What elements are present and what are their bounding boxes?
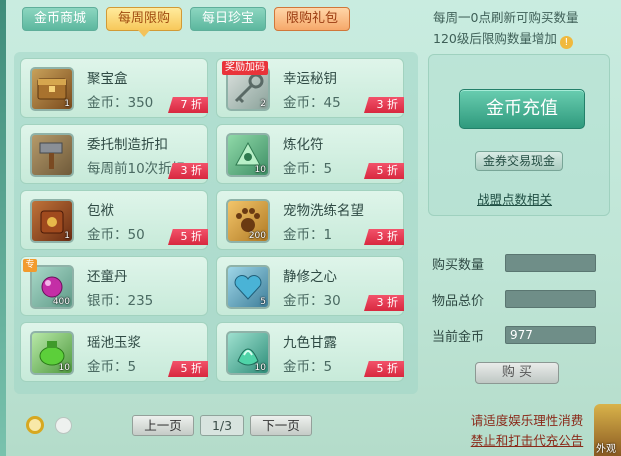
- discount-tag: 7 折: [168, 97, 208, 113]
- gold-recharge-button[interactable]: 金币充值: [459, 89, 585, 129]
- anti-proxy-notice-link[interactable]: 禁止和打击代充公告: [452, 430, 602, 449]
- item-count: 2: [260, 99, 266, 109]
- item-card[interactable]: 200 宠物洗练名望 金币：1 3 折: [216, 190, 404, 250]
- item-card[interactable]: 1 包袱 金币：50 5 折: [20, 190, 208, 250]
- item-name: 还童丹: [87, 269, 128, 285]
- item-card[interactable]: 5 静修之心 金币：30 3 折: [216, 256, 404, 316]
- purchase-qty-field[interactable]: [505, 254, 596, 272]
- discount-tag: 5 折: [364, 163, 404, 179]
- item-count: 10: [254, 165, 266, 175]
- recharge-panel: 金币充值 金券交易现金 战盟点数相关: [428, 54, 610, 216]
- buy-button[interactable]: 购 买: [475, 362, 559, 384]
- discount-tag: 3 折: [364, 229, 404, 245]
- voucher-exchange-button[interactable]: 金券交易现金: [475, 151, 563, 171]
- left-border-decoration: [0, 0, 6, 456]
- item-price: 金币：5: [283, 161, 333, 177]
- discount-tag: 3 折: [364, 295, 404, 311]
- jade-jar-icon: 10: [30, 331, 74, 375]
- alliance-points-link[interactable]: 战盟点数相关: [477, 189, 552, 208]
- item-count: 5: [260, 297, 266, 307]
- total-price-label: 物品总价: [432, 294, 485, 309]
- item-price: 金币：5: [283, 359, 333, 375]
- item-price: 银币：235: [87, 293, 154, 309]
- talisman-icon: 10: [226, 133, 270, 177]
- item-count: 200: [248, 231, 266, 241]
- item-card[interactable]: 委托制造折扣 每周前10次折扣 3 折: [20, 124, 208, 184]
- item-name: 宠物洗练名望: [283, 203, 364, 219]
- item-name: 静修之心: [283, 269, 337, 285]
- bag-icon: 1: [30, 199, 74, 243]
- current-gold-field: 977: [505, 326, 596, 344]
- purchase-qty-label: 购买数量: [432, 258, 485, 273]
- page-indicator: 1/3: [200, 415, 244, 436]
- magnifier-icon[interactable]: [26, 416, 44, 434]
- refresh-info-line1: 每周一0点刷新可购买数量: [433, 10, 579, 25]
- item-count: 1: [64, 99, 70, 109]
- bonus-badge: 奖励加码: [222, 61, 268, 75]
- dew-icon: 10: [226, 331, 270, 375]
- item-name: 幸运秘钥: [283, 71, 337, 87]
- tab-limited-gift[interactable]: 限购礼包: [274, 7, 350, 31]
- toggle-dot[interactable]: [55, 417, 72, 434]
- exclusive-badge: 专: [23, 259, 37, 272]
- item-card[interactable]: 10 瑶池玉浆 金币：5 5 折: [20, 322, 208, 382]
- tab-daily-treasure[interactable]: 每日珍宝: [190, 7, 266, 31]
- item-name: 瑶池玉浆: [87, 335, 141, 351]
- refresh-info: 每周一0点刷新可购买数量 120级后限购数量增加!: [433, 7, 613, 49]
- heart-icon: 5: [226, 265, 270, 309]
- moderation-notice: 请适度娱乐理性消费: [470, 413, 584, 428]
- paw-icon: 200: [226, 199, 270, 243]
- info-icon[interactable]: !: [559, 36, 573, 49]
- item-name: 聚宝盒: [87, 71, 128, 87]
- discount-tag: 3 折: [168, 163, 208, 179]
- pagination: 上一页 1/3 下一页: [132, 415, 312, 436]
- total-price-field: [505, 290, 596, 308]
- item-card[interactable]: 1 聚宝盒 金币：350 7 折: [20, 58, 208, 118]
- pill-icon: 400: [30, 265, 74, 309]
- item-name: 委托制造折扣: [87, 137, 168, 153]
- item-name: 炼化符: [283, 137, 324, 153]
- item-name: 九色甘露: [283, 335, 337, 351]
- discount-tag: 3 折: [364, 97, 404, 113]
- shop-tabs: 金币商城 每周限购 每日珍宝 限购礼包: [22, 7, 350, 37]
- item-card[interactable]: 专 400 还童丹 银币：235: [20, 256, 208, 316]
- appearance-label: 外观: [596, 444, 616, 455]
- item-name: 包袱: [87, 203, 114, 219]
- item-card[interactable]: 奖励加码 2 幸运秘钥 金币：45 3 折: [216, 58, 404, 118]
- item-price: 金币：1: [283, 227, 333, 243]
- item-count: 10: [58, 363, 70, 373]
- treasure-box-icon: 1: [30, 67, 74, 111]
- item-price: 金币：45: [283, 95, 341, 111]
- item-count: 1: [64, 231, 70, 241]
- discount-tag: 5 折: [168, 229, 208, 245]
- current-gold-label: 当前金币: [432, 330, 485, 345]
- item-count: 400: [52, 297, 70, 307]
- tab-gold-mall[interactable]: 金币商城: [22, 7, 98, 31]
- item-price: 金币：5: [87, 359, 137, 375]
- item-price: 金币：50: [87, 227, 145, 243]
- item-price: 金币：350: [87, 95, 154, 111]
- refresh-info-line2: 120级后限购数量增加: [433, 31, 557, 46]
- discount-tag: 5 折: [168, 361, 208, 377]
- item-card[interactable]: 10 九色甘露 金币：5 5 折: [216, 322, 404, 382]
- tab-weekly-limited[interactable]: 每周限购: [106, 7, 182, 37]
- item-grid: 1 聚宝盒 金币：350 7 折 奖励加码 2 幸运秘钥 金币：45 3 折 委…: [14, 52, 418, 394]
- prev-page-button[interactable]: 上一页: [132, 415, 194, 436]
- discount-tag: 5 折: [364, 361, 404, 377]
- next-page-button[interactable]: 下一页: [250, 415, 312, 436]
- item-card[interactable]: 10 炼化符 金币：5 5 折: [216, 124, 404, 184]
- item-price: 金币：30: [283, 293, 341, 309]
- hammer-icon: [30, 133, 74, 177]
- item-count: 10: [254, 363, 266, 373]
